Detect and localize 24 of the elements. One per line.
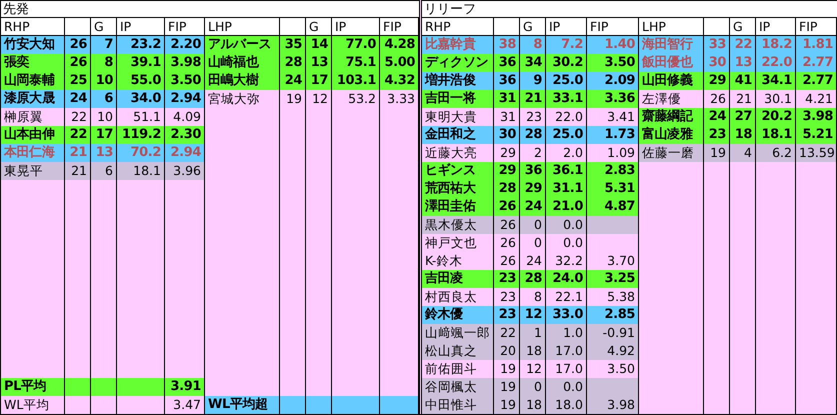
table-cell: 18.1 bbox=[117, 162, 165, 180]
table-cell: 6 bbox=[91, 162, 117, 180]
table-cell: 53.2 bbox=[332, 90, 380, 108]
section-title: 先発 bbox=[1, 0, 419, 18]
table-cell: 中田惟斗 bbox=[422, 396, 494, 414]
table-cell: 19 bbox=[494, 396, 520, 414]
table-cell: WL平均超 bbox=[205, 396, 280, 414]
table-cell: 6.2 bbox=[756, 144, 796, 162]
table-cell: WL平均 bbox=[1, 396, 65, 414]
table-cell: 佐藤一磨 bbox=[639, 144, 704, 162]
table-cell: 東晃平 bbox=[1, 162, 65, 180]
section-title: リリーフ bbox=[422, 0, 837, 18]
table-cell: 19 bbox=[704, 144, 730, 162]
table-cell: 3.98 bbox=[587, 396, 639, 414]
table-cell: 18 bbox=[520, 396, 546, 414]
table-cell: 3.96 bbox=[165, 162, 205, 180]
table-cell: 3.33 bbox=[380, 90, 419, 108]
table-cell: 4 bbox=[730, 144, 756, 162]
table-cell: 13.59 bbox=[796, 144, 837, 162]
table-cell: 宮城大弥 bbox=[205, 90, 280, 108]
table-cell: 21 bbox=[65, 162, 91, 180]
table-cell: 18.0 bbox=[546, 396, 587, 414]
table-cell: 12 bbox=[306, 90, 332, 108]
table-cell: 19 bbox=[280, 90, 306, 108]
